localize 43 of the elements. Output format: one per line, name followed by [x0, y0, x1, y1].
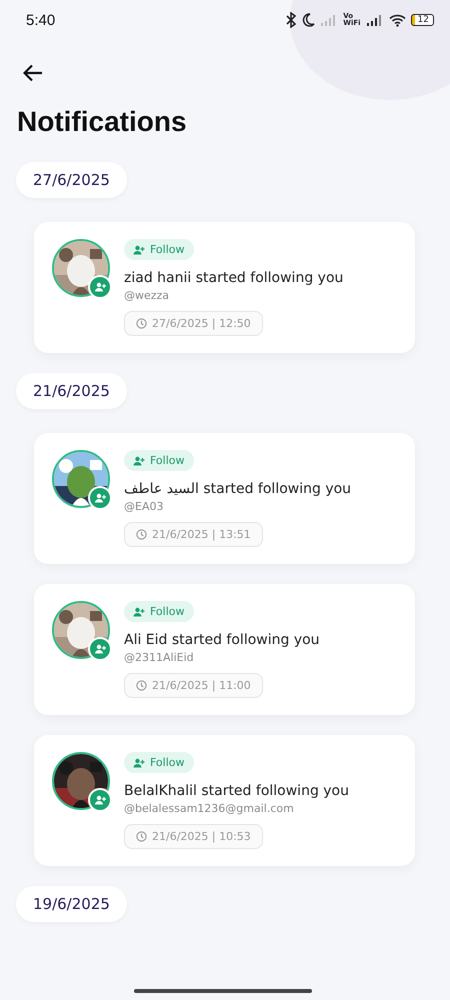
battery-indicator: 12 [410, 14, 434, 26]
back-button[interactable] [22, 64, 44, 84]
follow-badge-icon [88, 275, 112, 299]
add-user-icon [133, 456, 145, 466]
notification-message: ziad hanii started following you [124, 270, 344, 286]
notification-message: Ali Eid started following you [124, 632, 320, 648]
follow-label: Follow [150, 605, 185, 618]
notification-card[interactable]: Follow ziad hanii started following you @wezza 27/6/2025 | 12:50 [34, 222, 415, 353]
clock-icon [136, 529, 147, 540]
timestamp-text: 27/6/2025 | 12:50 [152, 317, 251, 330]
clock-icon [136, 318, 147, 329]
wifi-icon [388, 14, 406, 26]
user-handle: @belalessam1236@gmail.com [124, 802, 294, 815]
add-user-icon [133, 244, 145, 254]
notification-card[interactable]: Follow Ali Eid started following you @2311AliEid 21/6/2025 | 11:00 [34, 584, 415, 715]
page-title: Notifications [17, 106, 188, 138]
follow-label: Follow [150, 243, 185, 256]
date-header: 27/6/2025 [16, 162, 127, 198]
user-handle: @EA03 [124, 500, 164, 513]
bluetooth-icon [285, 12, 298, 28]
date-header: 19/6/2025 [16, 886, 127, 922]
timestamp-text: 21/6/2025 | 13:51 [152, 528, 251, 541]
add-user-icon [133, 606, 145, 616]
notification-card[interactable]: Follow BelalKhalil started following you @belalessam1236@gmail.com 21/6/2025 | 10:53 [34, 735, 415, 866]
notification-message: BelalKhalil started following you [124, 783, 349, 799]
user-handle: @2311AliEid [124, 651, 194, 664]
add-user-icon [133, 758, 145, 768]
date-header: 21/6/2025 [16, 373, 127, 409]
follow-badge-icon [88, 486, 112, 510]
status-time: 5:40 [26, 12, 56, 28]
follow-badge-icon [88, 788, 112, 812]
notification-message: السيد عاطف started following you [124, 481, 352, 497]
back-arrow-icon [23, 64, 43, 82]
moon-icon [302, 13, 316, 27]
signal-icon [366, 14, 384, 26]
follow-label: Follow [150, 454, 185, 467]
timestamp-text: 21/6/2025 | 11:00 [152, 679, 251, 692]
clock-icon [136, 831, 147, 842]
timestamp-text: 21/6/2025 | 10:53 [152, 830, 251, 843]
user-handle: @wezza [124, 289, 170, 302]
follow-label: Follow [150, 756, 185, 769]
clock-icon [136, 680, 147, 691]
follow-badge-icon [88, 637, 112, 661]
